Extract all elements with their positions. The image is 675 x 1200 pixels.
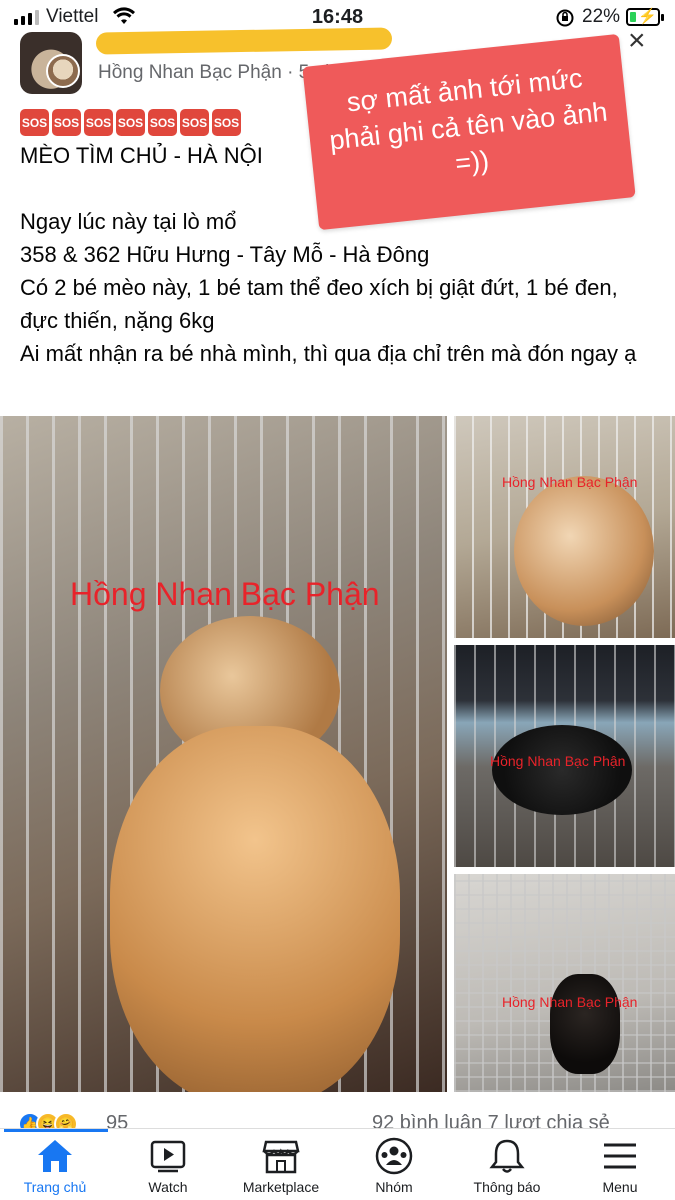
tab-label: Watch [148,1179,188,1195]
bottom-tab-bar: Trang chủ Watch Marketplace Nhóm Thông b… [0,1128,675,1200]
menu-icon [565,1137,675,1175]
cat-figure [110,726,400,1092]
watch-icon [113,1137,223,1175]
home-icon [0,1137,110,1175]
cat-figure [514,476,654,626]
cat-figure [492,725,632,815]
tab-groups[interactable]: Nhóm [339,1137,449,1195]
tab-label: Nhóm [375,1179,413,1195]
post-line: 358 & 362 Hữu Hưng - Tây Mỗ - Hà Đông [20,242,430,267]
sos-emoji: SOS [116,109,145,136]
sos-emoji: SOS [84,109,113,136]
tab-home[interactable]: Trang chủ [0,1137,110,1195]
sos-emoji: SOS [148,109,177,136]
tab-label: Marketplace [242,1179,320,1195]
photo-thumb[interactable]: Hồng Nhan Bạc Phận [454,416,675,638]
tab-notifications[interactable]: Thông báo [452,1137,562,1195]
sos-emoji: SOS [52,109,81,136]
cat-figure [550,974,620,1074]
post-line: Ai mất nhận ra bé nhà mình, thì qua địa … [20,341,637,366]
photo-watermark: Hồng Nhan Bạc Phận [70,576,380,612]
marketplace-icon [226,1137,336,1175]
tab-label: Trang chủ [23,1179,87,1195]
photo-thumb[interactable]: Hồng Nhan Bạc Phận [454,645,675,867]
redaction-scribble [95,27,393,55]
photo-watermark: Hồng Nhan Bạc Phận [502,474,638,490]
tab-menu[interactable]: Menu [565,1137,675,1195]
battery-percent: 22% [582,6,621,27]
photo-thumb[interactable]: Hồng Nhan Bạc Phận [454,874,675,1092]
active-tab-indicator [4,1129,108,1132]
post-line: Có 2 bé mèo này, 1 bé tam thể đeo xích b… [20,275,618,333]
photo-watermark: Hồng Nhan Bạc Phận [490,753,626,769]
close-icon[interactable]: × [628,24,646,58]
tab-label: Thông báo [473,1179,541,1195]
author-name[interactable]: Hồng Nhan Bạc Phận [98,62,282,83]
tab-watch[interactable]: Watch [113,1137,223,1195]
post-title: MÈO TÌM CHỦ - HÀ NỘI [20,143,263,168]
sos-emoji-row: SOS SOS SOS SOS SOS SOS SOS [20,109,241,136]
avatar[interactable] [20,32,82,94]
sos-emoji: SOS [180,109,209,136]
tab-label: Menu [602,1179,638,1195]
sos-emoji: SOS [20,109,49,136]
sos-emoji: SOS [212,109,241,136]
photo-watermark: Hồng Nhan Bạc Phận [502,994,638,1010]
bell-icon [452,1137,562,1175]
post-line: Ngay lúc này tại lò mổ [20,209,237,234]
post-body: MÈO TÌM CHỦ - HÀ NỘI Ngay lúc này tại lò… [20,139,650,370]
photo-main[interactable]: Hồng Nhan Bạc Phận [0,416,447,1092]
groups-icon [339,1137,449,1175]
photo-grid: Hồng Nhan Bạc Phận Hồng Nhan Bạc Phận Hồ… [0,416,675,1092]
tab-marketplace[interactable]: Marketplace [226,1137,336,1195]
